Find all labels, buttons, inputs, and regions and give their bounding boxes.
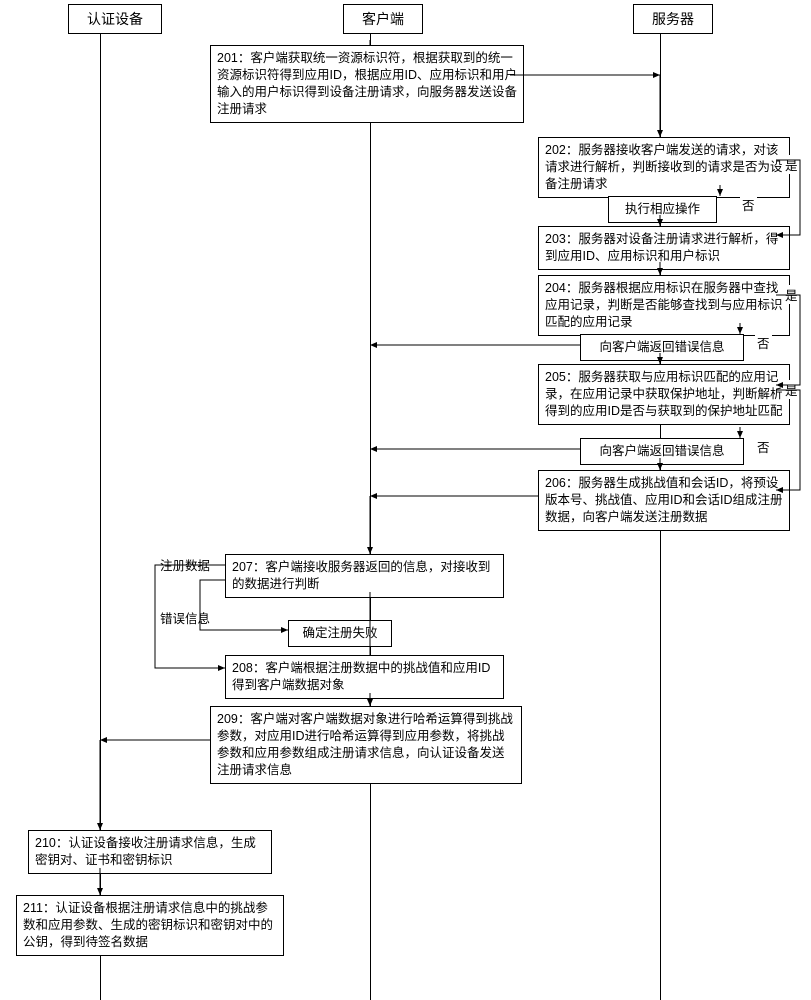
step-202: 202：服务器接收客户端发送的请求，对该请求进行解析，判断接收到的请求是否为设备… [538,137,790,198]
label-reg-data: 注册数据 [158,555,212,574]
label-204-yes: 是 [783,285,800,304]
lane-server: 服务器 [633,4,713,34]
label-205-yes: 是 [783,380,800,399]
step-206: 206：服务器生成挑战值和会话ID，将预设版本号、挑战值、应用ID和会话ID组成… [538,470,790,531]
step-204: 204：服务器根据应用标识在服务器中查找应用记录，判断是否能够查找到与应用标识匹… [538,275,790,336]
lane-client: 客户端 [343,4,423,34]
step-205: 205：服务器获取与应用标识匹配的应用记录，在应用记录中获取保护地址，判断解析得… [538,364,790,425]
label-202-no: 否 [740,195,757,214]
step-201: 201：客户端获取统一资源标识符，根据获取到的统一资源标识符得到应用ID，根据应… [210,45,524,123]
step-204a: 向客户端返回错误信息 [580,334,744,361]
step-202a: 执行相应操作 [608,196,717,223]
label-204-no: 否 [755,333,772,352]
lane-auth: 认证设备 [68,4,162,34]
step-209: 209：客户端对客户端数据对象进行哈希运算得到挑战参数，对应用ID进行哈希运算得… [210,706,522,784]
label-err-info: 错误信息 [158,608,212,627]
step-207: 207：客户端接收服务器返回的信息，对接收到的数据进行判断 [225,554,504,598]
step-211: 211：认证设备根据注册请求信息中的挑战参数和应用参数、生成的密钥标识和密钥对中… [16,895,284,956]
step-205a: 向客户端返回错误信息 [580,438,744,465]
step-207a: 确定注册失败 [288,620,392,647]
step-210: 210：认证设备接收注册请求信息，生成密钥对、证书和密钥标识 [28,830,272,874]
label-205-no: 否 [755,437,772,456]
step-203: 203：服务器对设备注册请求进行解析，得到应用ID、应用标识和用户标识 [538,226,790,270]
label-202-yes: 是 [783,155,800,174]
step-208: 208：客户端根据注册数据中的挑战值和应用ID得到客户端数据对象 [225,655,504,699]
lifeline-client [370,30,371,1000]
